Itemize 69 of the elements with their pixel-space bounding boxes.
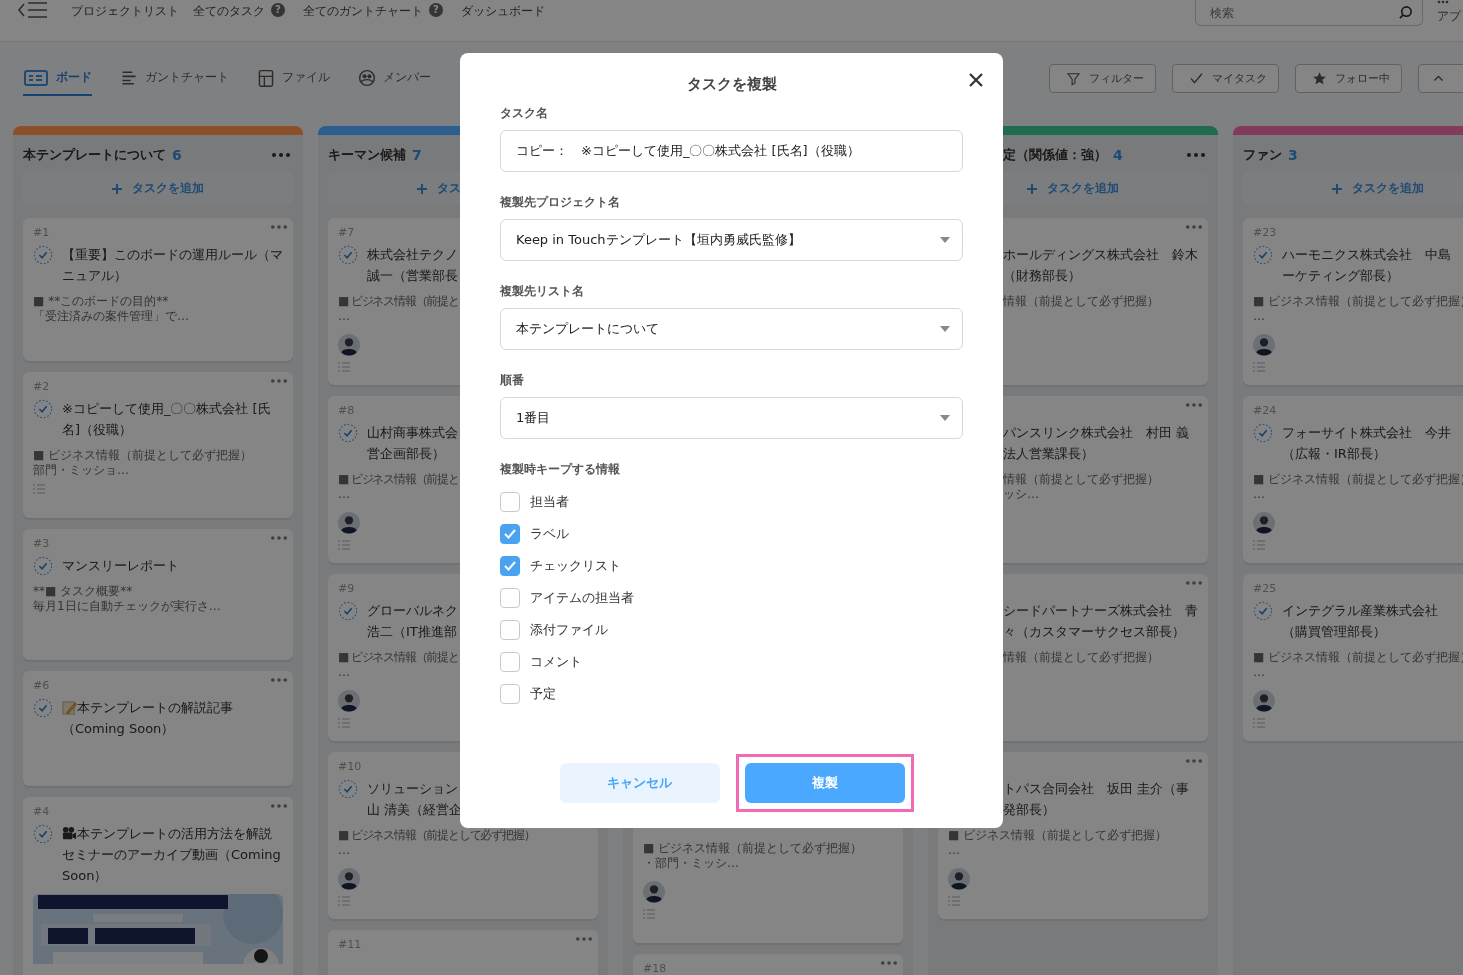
column-title: キーマン候補 (328, 146, 406, 164)
task-title: （広報・IR部長） (1282, 445, 1386, 463)
task-description: ■ **このボードの目的** (33, 294, 170, 309)
task-title: 本テンプレートの解説記事 (77, 699, 233, 717)
task-title: 法人営業課長） (1003, 445, 1094, 463)
task-title: （購買管理部長） (1282, 623, 1386, 641)
task-title: セミナーのアーカイブ動画（Coming (62, 846, 281, 864)
task-description: ・部門・ミッシ… (643, 856, 740, 871)
task-description: ■ ビジネス情報（前提と (338, 472, 459, 487)
task-description: 情報（前提として必ず把握） (1003, 650, 1159, 665)
task-description: … (338, 309, 350, 324)
task-title: ホールディングス株式会社 鈴木 (1003, 246, 1198, 264)
task-title: シードパートナーズ株式会社 青 (1003, 602, 1198, 620)
task-title: （Coming Soon） (62, 720, 175, 738)
task-title: 山村商事株式会 (367, 424, 458, 442)
task-description: … (1253, 487, 1266, 502)
task-count: 3 (1288, 147, 1298, 163)
task-title: インテグラル産業株式会社 (1282, 602, 1438, 620)
task-title: グローバルネク (367, 602, 458, 620)
task-description: 部門・ミッショ… (33, 463, 130, 478)
task-description: … (1253, 665, 1266, 680)
task-description: … (338, 487, 350, 502)
task-title: 名]（役職） (62, 421, 133, 439)
task-count: 6 (172, 147, 182, 163)
task-count: 7 (412, 147, 422, 163)
task-title: ※コピーして使用_〇〇株式会社 [氏 (62, 400, 271, 418)
task-description: 毎月1日に自動チェックが実行さ… (33, 599, 221, 614)
task-description: ■ ビジネス情報（前提として必ず把握） (33, 448, 253, 463)
field-label: タスク名 (500, 105, 549, 122)
field-label: 複製先プロジェクト名 (500, 194, 621, 211)
task-title: ニュアル） (62, 267, 127, 285)
task-title: 本テンプレートの活用方法を解説 (77, 825, 272, 843)
task-title: フォーサイト株式会社 今井 (1282, 424, 1451, 442)
task-title: ーケティング部長） (1282, 267, 1399, 285)
task-description: … (948, 843, 961, 858)
task-title: （財務部長） (1003, 267, 1081, 285)
field-label: 順番 (500, 372, 525, 389)
column-title: 本テンプレートについて (23, 146, 166, 164)
task-description: … (338, 665, 350, 680)
task-title: 株式会社テクノ (367, 246, 458, 264)
task-title: トパス合同会社 坂田 圭介（事 (1003, 780, 1190, 798)
task-title: パンスリンク株式会社 村田 義 (1003, 424, 1190, 442)
task-description: ッシ… (1003, 487, 1040, 502)
column-title: 定（関係値：強） (1003, 146, 1107, 164)
task-description: … (1253, 309, 1266, 324)
task-title: 発部長） (1003, 801, 1055, 819)
task-description: 情報（前提として必ず把握） (1003, 294, 1159, 309)
task-description: ■ ビジネス情報（前提と (338, 650, 459, 665)
dialog-title: タスクを複製 (685, 75, 778, 95)
task-title: 浩二（IT推進部 (367, 623, 457, 641)
field-label: 複製時キープする情報 (500, 461, 621, 478)
task-title: 営企画部長） (367, 445, 445, 463)
task-title: 々（カスタマーサクセス部長） (1003, 623, 1185, 641)
task-title: マンスリーレポート (62, 557, 179, 575)
task-title: 【重要】このボードの運用ルール（マ (62, 246, 283, 264)
task-description: ■ ビジネス情報（前提として必ず把握） (643, 841, 863, 856)
task-description: ■ ビジネス情報（前提として必ず把握） (948, 828, 1168, 843)
task-description: **■ タスク概要** (33, 584, 134, 599)
task-description: 「受注済みの案件管理」で… (33, 309, 189, 324)
task-description: ■ ビジネス情報（前提と (338, 294, 459, 309)
column-title: ファン (1243, 146, 1282, 164)
task-title: ハーモニクス株式会社 中島 (1282, 246, 1451, 264)
task-title: Soon） (62, 867, 108, 885)
task-description: 情報（前提として必ず把握） (1003, 472, 1159, 487)
task-title: ソリューション (367, 780, 458, 798)
field-label: 複製先リスト名 (500, 283, 585, 300)
task-count: 4 (1113, 147, 1123, 163)
task-description: ■ ビジネス情報（前提として必ず把握） (338, 828, 535, 843)
task-description: … (338, 843, 350, 858)
